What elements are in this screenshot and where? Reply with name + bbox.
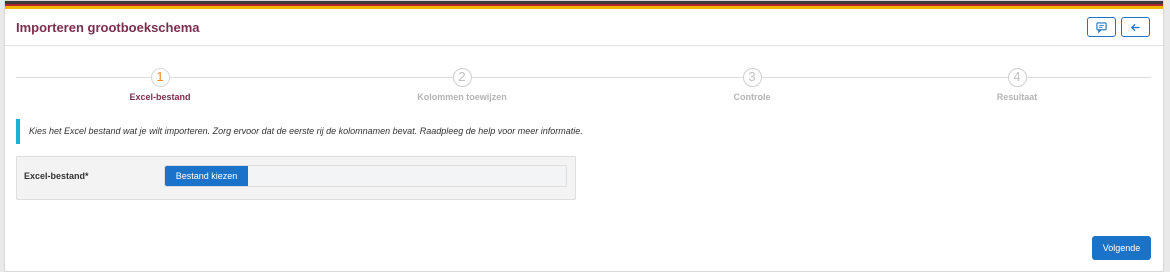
back-button[interactable] — [1121, 17, 1150, 37]
file-input[interactable]: Bestand kiezen — [164, 165, 567, 187]
step-label: Kolommen toewijzen — [417, 92, 507, 102]
step-label: Resultaat — [996, 92, 1038, 102]
step-label: Controle — [733, 92, 771, 102]
card-header: Importeren grootboekschema — [5, 9, 1163, 46]
step-number: 2 — [452, 68, 472, 87]
page-title: Importeren grootboekschema — [16, 20, 200, 35]
brand-stripe — [5, 1, 1163, 9]
step-1: 1 Excel-bestand — [100, 68, 220, 102]
arrow-left-icon — [1130, 23, 1140, 31]
step-4: 4 Resultaat — [957, 68, 1077, 102]
import-stepper: 1 Excel-bestand 2 Kolommen toewijzen 3 C… — [5, 61, 1165, 111]
choose-file-button[interactable]: Bestand kiezen — [165, 166, 248, 186]
info-text: Kies het Excel bestand wat je wilt impor… — [29, 126, 583, 136]
step-label: Excel-bestand — [129, 92, 191, 102]
next-button[interactable]: Volgende — [1092, 236, 1151, 260]
step-number: 3 — [742, 68, 762, 87]
comment-button[interactable] — [1087, 17, 1116, 37]
import-card: Importeren grootboekschema 1 Excel-besta… — [4, 0, 1164, 272]
step-3: 3 Controle — [692, 68, 812, 102]
step-number: 1 — [150, 68, 170, 87]
step-number: 4 — [1007, 68, 1027, 87]
file-field-group: Excel-bestand* Bestand kiezen — [16, 156, 576, 200]
comment-icon — [1096, 21, 1107, 33]
file-field-label: Excel-bestand* — [24, 171, 89, 181]
info-callout: Kies het Excel bestand wat je wilt impor… — [16, 119, 620, 144]
step-2: 2 Kolommen toewijzen — [402, 68, 522, 102]
